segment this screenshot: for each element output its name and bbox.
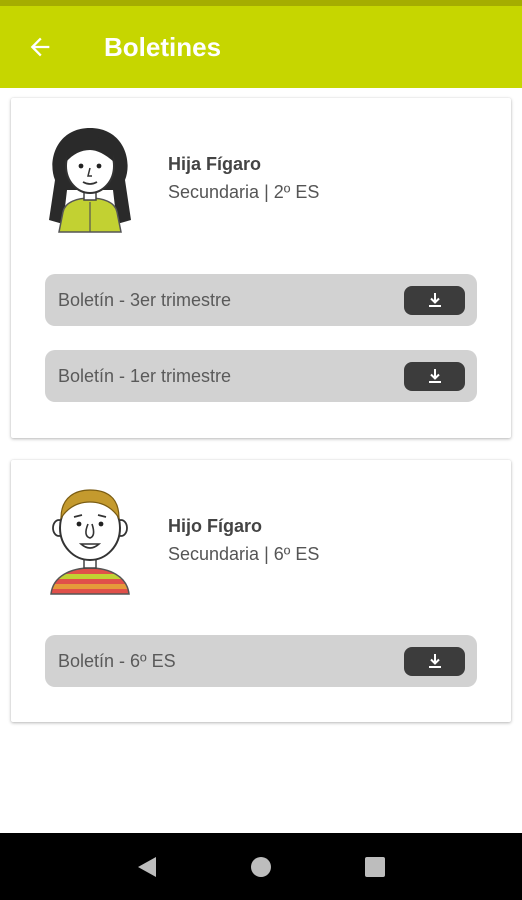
student-card: Hija Fígaro Secundaria | 2º ES Boletín -… xyxy=(11,98,511,438)
download-button[interactable] xyxy=(404,285,465,315)
page-title: Boletines xyxy=(104,31,222,62)
student-card: Hijo Fígaro Secundaria | 6º ES Boletín -… xyxy=(11,460,511,722)
back-triangle-icon xyxy=(138,856,156,877)
download-icon xyxy=(428,654,441,668)
system-nav-bar xyxy=(0,833,522,900)
student-name: Hija Fígaro xyxy=(168,154,262,174)
report-item[interactable]: Boletín - 3er trimestre xyxy=(45,274,477,326)
back-button[interactable] xyxy=(0,6,80,88)
student-name: Hijo Fígaro xyxy=(168,516,262,536)
report-label: Boletín - 1er trimestre xyxy=(58,365,232,386)
report-item[interactable]: Boletín - 6º ES xyxy=(45,635,477,687)
student-profile: Hijo Fígaro Secundaria | 6º ES xyxy=(11,460,511,600)
download-button[interactable] xyxy=(404,361,465,391)
nav-home-button[interactable] xyxy=(241,847,281,887)
student-level: Secundaria | 6º ES xyxy=(168,544,320,564)
recents-square-icon xyxy=(365,856,385,877)
student-profile: Hija Fígaro Secundaria | 2º ES xyxy=(11,98,511,238)
report-item[interactable]: Boletín - 1er trimestre xyxy=(45,350,477,402)
student-level: Secundaria | 2º ES xyxy=(168,182,320,202)
download-icon xyxy=(428,369,441,383)
arrow-left-icon xyxy=(30,37,50,57)
report-label: Boletín - 3er trimestre xyxy=(58,289,232,310)
app-bar: Boletines xyxy=(0,6,522,88)
nav-recents-button[interactable] xyxy=(355,847,395,887)
nav-back-button[interactable] xyxy=(127,847,167,887)
download-icon xyxy=(428,293,441,307)
home-circle-icon xyxy=(251,856,271,877)
download-button[interactable] xyxy=(404,646,465,676)
girl-avatar-icon xyxy=(49,128,131,233)
boy-avatar-icon xyxy=(50,489,130,595)
report-label: Boletín - 6º ES xyxy=(58,650,176,671)
